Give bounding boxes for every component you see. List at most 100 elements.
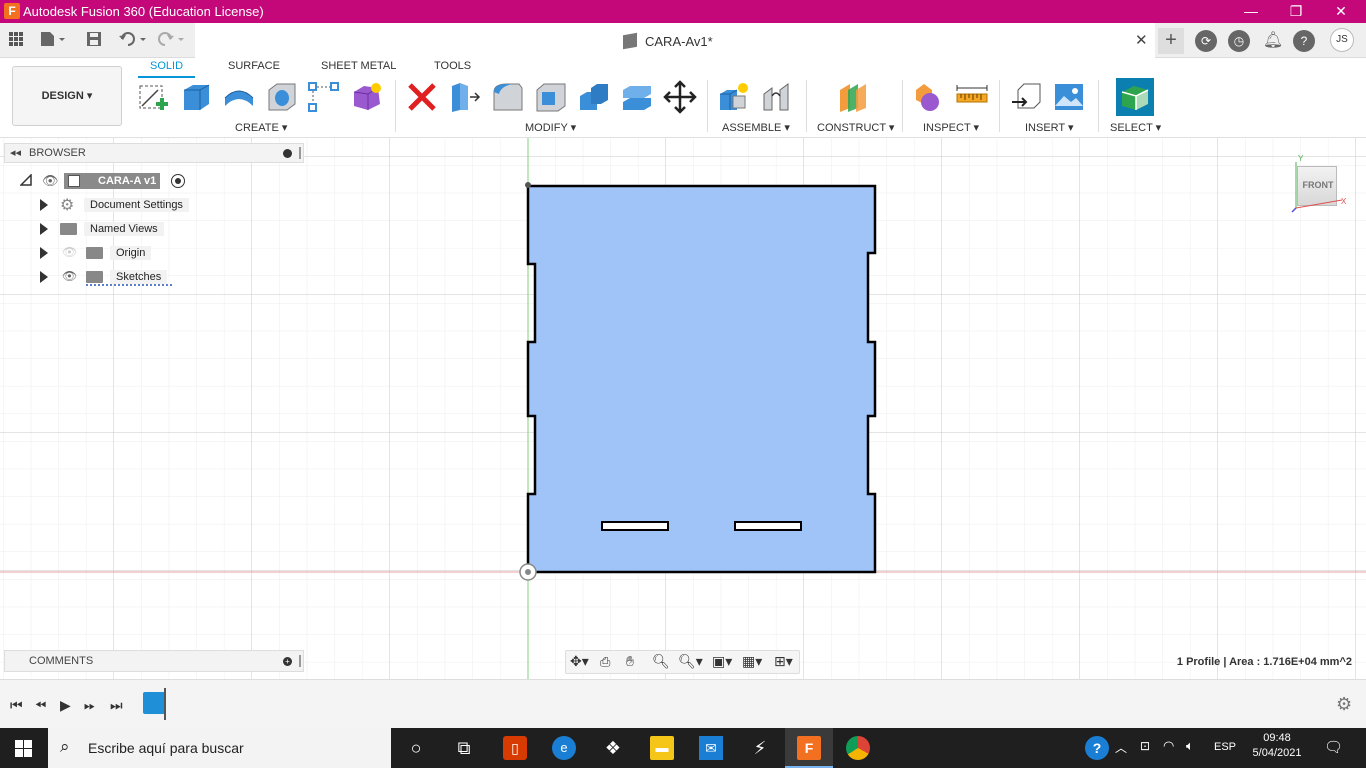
sketches-label[interactable]: Sketches xyxy=(110,270,168,284)
move-copy-icon[interactable] xyxy=(663,80,697,114)
extensions-icon[interactable]: ⟳ xyxy=(1195,30,1217,52)
restore-button[interactable]: ❐ xyxy=(1273,0,1319,23)
taskbar-clock[interactable]: 09:48 5/04/2021 xyxy=(1248,732,1306,759)
cortana-icon[interactable]: ○ xyxy=(404,736,428,760)
joint-icon[interactable] xyxy=(760,80,794,114)
visibility-eye-icon[interactable]: 👁︎ xyxy=(62,269,77,283)
tab-tools[interactable]: TOOLS xyxy=(434,60,471,72)
edge-browser-icon[interactable]: e xyxy=(552,736,576,760)
browser-minimize-icon[interactable] xyxy=(283,149,292,158)
named-views-label[interactable]: Named Views xyxy=(84,222,164,236)
comments-pin-icon[interactable] xyxy=(299,655,301,667)
interference-icon[interactable] xyxy=(912,80,946,114)
offset-face-icon[interactable] xyxy=(620,80,654,114)
show-hidden-icons-chevron-icon[interactable]: ︿ xyxy=(1115,739,1127,756)
timeline-last-icon[interactable]: ⏭ xyxy=(110,697,123,714)
browser-root-row[interactable]: 👁︎ CARA-A v1 xyxy=(18,171,198,191)
taskbar-search-box[interactable]: ⌕ Escribe aquí para buscar xyxy=(48,728,391,768)
shell-icon[interactable] xyxy=(534,80,568,114)
volume-speaker-icon[interactable]: 🔈︎ xyxy=(1186,738,1194,754)
grid-settings-icon[interactable]: ▦▾ xyxy=(742,653,762,670)
root-component-label[interactable]: CARA-A v1 xyxy=(98,175,156,187)
minimize-button[interactable]: — xyxy=(1228,0,1274,23)
timeline-play-icon[interactable]: ▶ xyxy=(60,697,71,714)
tab-solid[interactable]: SOLID xyxy=(138,60,196,78)
close-tab-button[interactable]: ✕ xyxy=(1135,31,1148,49)
action-center-icon[interactable]: 🗨︎ xyxy=(1324,738,1343,756)
expand-root-icon[interactable] xyxy=(20,174,32,186)
task-view-icon[interactable]: ⧉ xyxy=(452,736,476,760)
expand-triangle-icon[interactable] xyxy=(40,223,48,235)
modify-group-label[interactable]: MODIFY ▾ xyxy=(525,121,576,134)
select-icon[interactable] xyxy=(1116,78,1154,116)
user-avatar[interactable]: JS xyxy=(1330,28,1354,52)
expand-triangle-icon[interactable] xyxy=(40,271,48,283)
workspace-switcher-button[interactable]: DESIGN ▾ xyxy=(12,66,122,126)
timeline-previous-icon[interactable]: ⏪︎ xyxy=(35,697,46,714)
create-sketch-icon[interactable] xyxy=(136,80,170,114)
browser-pin-icon[interactable] xyxy=(299,147,301,159)
measure-icon[interactable] xyxy=(955,80,989,114)
hidden-eye-icon[interactable]: 👁︎ xyxy=(62,245,77,259)
orbit-icon[interactable]: ✥▾ xyxy=(570,653,589,670)
redo-icon[interactable] xyxy=(157,31,187,47)
visibility-eye-icon[interactable]: 👁︎ xyxy=(42,173,59,189)
windows-start-icon[interactable] xyxy=(15,740,32,757)
close-window-button[interactable]: ✕ xyxy=(1318,0,1364,23)
language-indicator[interactable]: ESP xyxy=(1214,741,1236,753)
mail-icon[interactable]: ✉ xyxy=(699,736,723,760)
help-tray-icon[interactable]: ? xyxy=(1085,736,1109,760)
insert-group-label[interactable]: INSERT ▾ xyxy=(1025,121,1074,134)
delete-icon[interactable] xyxy=(405,80,439,114)
job-status-icon[interactable]: ◷ xyxy=(1228,30,1250,52)
browser-item-origin[interactable]: 👁︎ Origin xyxy=(38,243,198,263)
insert-canvas-icon[interactable] xyxy=(1052,80,1086,114)
browser-item-sketches[interactable]: 👁︎ Sketches xyxy=(38,267,198,287)
tab-surface[interactable]: SURFACE xyxy=(228,60,280,72)
press-pull-icon[interactable] xyxy=(448,80,482,114)
new-tab-button[interactable]: + xyxy=(1158,28,1184,54)
browser-item-named-views[interactable]: Named Views xyxy=(38,219,198,239)
assemble-group-label[interactable]: ASSEMBLE ▾ xyxy=(722,121,790,134)
zoom-window-icon[interactable]: 🔍︎▾ xyxy=(678,653,703,670)
save-icon[interactable] xyxy=(86,31,102,47)
offset-plane-icon[interactable] xyxy=(836,80,870,114)
insert-derive-icon[interactable] xyxy=(1010,80,1044,114)
file-explorer-icon[interactable]: ▬ xyxy=(650,736,674,760)
expand-triangle-icon[interactable] xyxy=(40,199,48,211)
help-icon[interactable]: ? xyxy=(1293,30,1315,52)
chrome-browser-icon[interactable] xyxy=(846,736,870,760)
pan-hand-icon[interactable]: ✋︎ xyxy=(626,653,634,670)
look-at-icon[interactable]: ⎙ xyxy=(600,654,610,670)
dropbox-icon[interactable]: ❖ xyxy=(601,736,625,760)
notifications-bell-icon[interactable]: 🔔︎ xyxy=(1262,30,1284,52)
timeline-first-icon[interactable]: ⏮ xyxy=(10,697,23,714)
collapse-browser-icon[interactable]: ◂◂ xyxy=(10,146,21,159)
combine-icon[interactable] xyxy=(577,80,611,114)
browser-item-document-settings[interactable]: ⚙ Document Settings xyxy=(38,195,198,215)
expand-triangle-icon[interactable] xyxy=(40,247,48,259)
zoom-icon[interactable]: 🔍︎ xyxy=(652,653,670,670)
new-component-icon[interactable] xyxy=(717,80,751,114)
inspect-group-label[interactable]: INSPECT ▾ xyxy=(923,121,979,134)
hole-icon[interactable] xyxy=(265,80,299,114)
viewports-icon[interactable]: ⊞▾ xyxy=(774,653,793,670)
tab-sheet-metal[interactable]: SHEET METAL xyxy=(321,60,396,72)
office-icon[interactable]: ▯ xyxy=(503,736,527,760)
pattern-icon[interactable] xyxy=(307,80,341,114)
select-group-label[interactable]: SELECT ▾ xyxy=(1110,121,1161,134)
undo-icon[interactable] xyxy=(118,31,148,47)
add-comment-icon[interactable]: + xyxy=(283,657,292,666)
create-group-label[interactable]: CREATE ▾ xyxy=(235,121,287,134)
app-grid-icon[interactable] xyxy=(9,32,23,46)
timeline-sketch-feature-icon[interactable] xyxy=(143,692,165,714)
document-settings-label[interactable]: Document Settings xyxy=(84,198,189,212)
timeline-settings-gear-icon[interactable]: ⚙ xyxy=(1336,694,1352,715)
pinned-app-icon[interactable]: ⚡︎ xyxy=(748,736,772,760)
timeline-next-icon[interactable]: ⏩︎ xyxy=(84,697,95,714)
timeline-marker[interactable] xyxy=(164,688,166,720)
taskbar-search-placeholder[interactable]: Escribe aquí para buscar xyxy=(88,740,244,756)
origin-label[interactable]: Origin xyxy=(110,246,152,260)
create-form-icon[interactable] xyxy=(350,80,384,114)
fusion-360-taskbar-icon[interactable]: F xyxy=(797,736,821,760)
